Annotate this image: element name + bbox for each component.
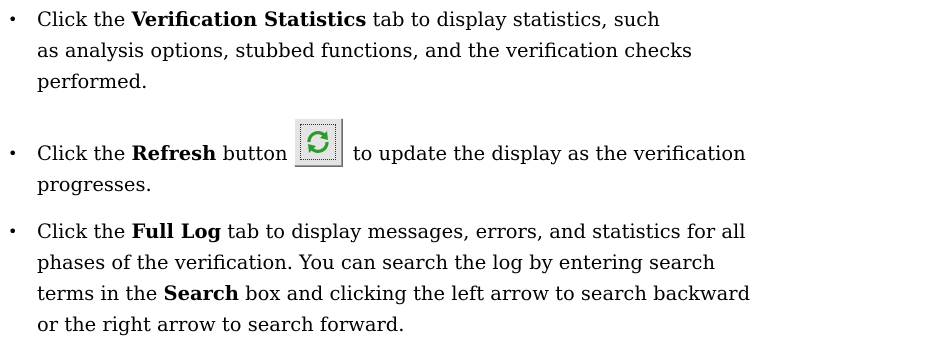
text-line: terms in the Search box and clicking the…	[37, 278, 922, 309]
bullet-marker: •	[8, 222, 18, 241]
bullet-text: Click the Verification Statistics tab to…	[37, 4, 922, 97]
text-run: box and clicking the left arrow to searc…	[238, 282, 751, 305]
text-run: tab to display statistics, such	[366, 8, 660, 31]
document-body: • Click the Verification Statistics tab …	[0, 0, 926, 351]
text-run: Click the	[37, 142, 132, 165]
bullet-marker: •	[8, 10, 18, 29]
refresh-button-slot	[288, 118, 347, 169]
refresh-icon	[306, 131, 329, 153]
text-run: terms in the	[37, 282, 164, 305]
text-line: Click the Full Log tab to display messag…	[37, 216, 922, 247]
text-run: Click the	[37, 220, 132, 243]
text-line: as analysis options, stubbed functions, …	[37, 39, 692, 62]
text-line: Click the Verification Statistics tab to…	[37, 4, 922, 35]
text-run: Click the	[37, 8, 132, 31]
text-line: Click the Refresh button to update the d…	[37, 118, 922, 169]
bullet-text: Click the Refresh button to update the d…	[37, 118, 922, 200]
text-line: phases of the verification. You can sear…	[37, 251, 716, 274]
bold-term-verification-statistics: Verification Statistics	[131, 8, 367, 31]
text-run: tab to display messages, errors, and sta…	[221, 220, 746, 243]
refresh-button[interactable]	[293, 118, 342, 166]
bold-term-refresh: Refresh	[131, 142, 217, 165]
bold-term-search: Search	[163, 282, 239, 305]
text-line: performed.	[37, 70, 148, 93]
text-run: to update the display as the verificatio…	[346, 142, 746, 165]
text-line: or the right arrow to search forward.	[37, 313, 405, 336]
text-line: progresses.	[37, 173, 152, 196]
text-run: button	[216, 142, 288, 165]
bold-term-full-log: Full Log	[131, 220, 222, 243]
bullet-marker: •	[8, 144, 18, 163]
bullet-text: Click the Full Log tab to display messag…	[37, 216, 922, 340]
